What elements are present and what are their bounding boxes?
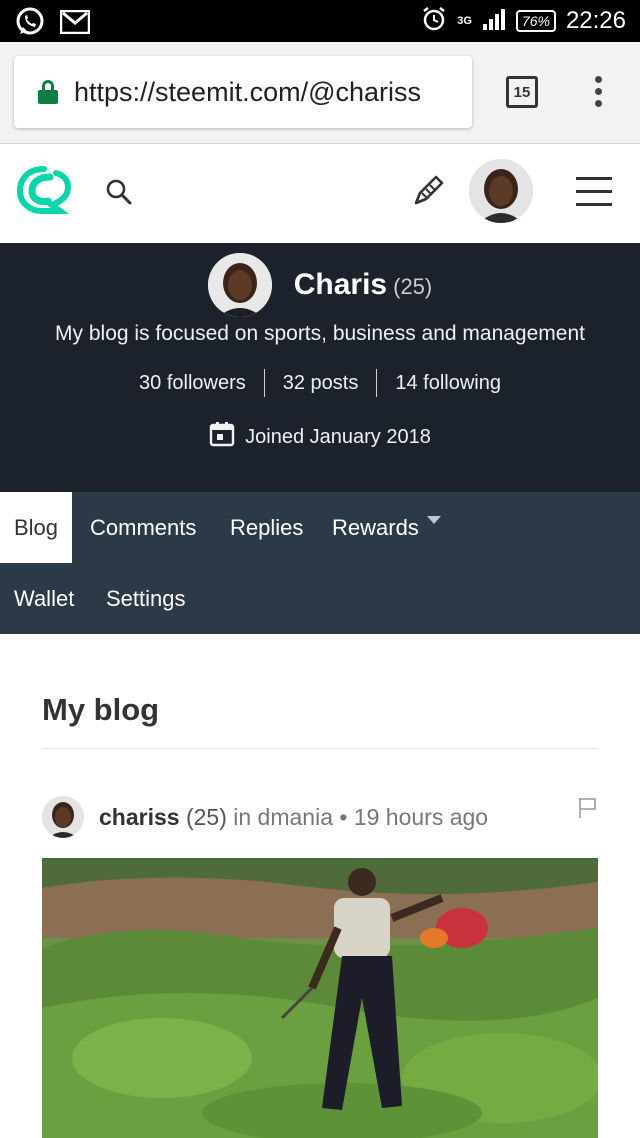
more-vert-icon[interactable]: [594, 76, 602, 107]
meta-separator: •: [339, 803, 348, 830]
browser-toolbar: https://steemit.com/@chariss 15: [0, 42, 640, 144]
clock: 22:26: [565, 7, 626, 34]
tab-wallet[interactable]: Wallet: [0, 563, 88, 634]
steemit-logo[interactable]: [16, 165, 72, 222]
address-bar[interactable]: https://steemit.com/@chariss: [14, 56, 472, 128]
post-author[interactable]: chariss: [99, 804, 180, 830]
alarm-icon: [421, 6, 447, 37]
posts-count: 32 posts: [282, 371, 359, 394]
following-link[interactable]: 14 following: [395, 372, 501, 395]
profile-banner: Charis (25) My blog is focused on sports,…: [0, 243, 640, 492]
calendar-icon: [209, 421, 235, 453]
post-author-avatar[interactable]: [42, 796, 84, 838]
stats-divider: [263, 369, 265, 397]
tab-switcher-button[interactable]: 15: [506, 76, 538, 108]
gmail-icon: [59, 9, 91, 39]
signal-icon: [482, 8, 506, 35]
menu-icon[interactable]: [576, 177, 612, 206]
profile-tabs: Blog Comments Replies Rewards Wallet Set…: [0, 492, 640, 634]
search-icon[interactable]: [106, 179, 132, 210]
post-thumbnail[interactable]: [42, 858, 598, 1138]
post-in-label: in: [233, 803, 252, 830]
post-meta: chariss (25) in dmania • 19 hours ago: [99, 804, 488, 831]
chevron-down-icon: [426, 515, 441, 524]
flag-icon[interactable]: [578, 796, 598, 825]
battery-indicator: 76%: [515, 10, 556, 32]
tab-settings[interactable]: Settings: [92, 563, 200, 634]
lock-icon: [38, 80, 58, 104]
tab-comments[interactable]: Comments: [76, 492, 210, 563]
whatsapp-icon: [14, 6, 46, 43]
followers-link[interactable]: 30 followers: [139, 372, 246, 395]
joined-date: Joined January 2018: [0, 421, 640, 453]
network-type: 3G: [457, 15, 472, 27]
post-time[interactable]: 19 hours ago: [354, 804, 488, 830]
pencil-icon[interactable]: [410, 173, 446, 214]
url-text: https://steemit.com/@chariss: [74, 76, 422, 107]
profile-about: My blog is focused on sports, business a…: [55, 322, 585, 345]
status-bar: 3G 76% 22:26: [0, 0, 640, 42]
joined-label: Joined January 2018: [245, 425, 431, 448]
post-category[interactable]: dmania: [258, 804, 333, 830]
post-author-reputation: (25): [185, 803, 227, 830]
tab-rewards[interactable]: Rewards: [318, 492, 455, 563]
tab-replies[interactable]: Replies: [216, 492, 317, 563]
tab-rewards-label: Rewards: [332, 514, 419, 540]
profile-reputation: (25): [393, 274, 433, 299]
profile-name: Charis (25): [293, 268, 433, 301]
tab-blog[interactable]: Blog: [0, 492, 73, 563]
post-header: chariss (25) in dmania • 19 hours ago: [42, 796, 598, 838]
section-title: My blog: [42, 692, 160, 727]
site-header: [0, 145, 640, 243]
profile-avatar: [207, 253, 272, 317]
stats-divider: [376, 369, 378, 397]
profile-stats: 30 followers 32 posts 14 following: [0, 369, 640, 397]
divider: [42, 748, 598, 749]
user-avatar[interactable]: [469, 159, 533, 223]
